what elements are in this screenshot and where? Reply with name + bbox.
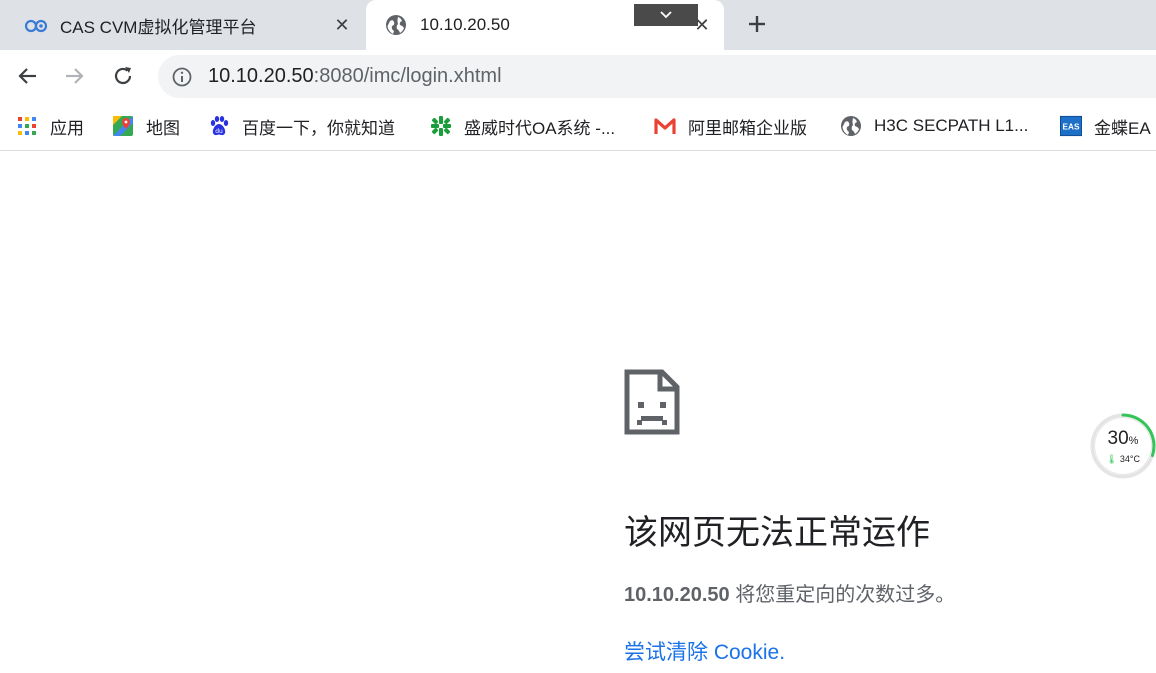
bookmark-label: 百度一下，你就知道	[242, 118, 395, 138]
close-icon[interactable]: ✕	[330, 13, 354, 37]
tab-cas-cvm[interactable]: CAS CVM虚拟化管理平台 ✕	[0, 0, 364, 50]
back-button[interactable]	[12, 61, 42, 91]
sad-document-icon	[624, 369, 680, 440]
bookmark-label: 盛威时代OA系统 -...	[464, 118, 616, 138]
bookmark-ali-mail[interactable]: 阿里邮箱企业版	[654, 102, 807, 150]
shengwei-logo-icon	[430, 115, 452, 137]
arrow-right-icon	[66, 68, 84, 84]
usage-percent: 30	[1107, 428, 1129, 449]
chevron-down-icon	[660, 11, 672, 19]
bookmark-apps[interactable]: 应用	[16, 102, 84, 150]
bookmark-label: 地图	[146, 118, 180, 138]
reload-button[interactable]	[108, 61, 138, 91]
tab-search-button[interactable]	[634, 4, 698, 26]
bookmark-kingdee-eas[interactable]: EAS 金蝶EA	[1060, 102, 1151, 150]
bookmark-label: 阿里邮箱企业版	[688, 118, 807, 138]
error-host: 10.10.20.50	[624, 584, 730, 606]
new-tab-button[interactable]	[742, 9, 772, 39]
usage-value: 30%	[1095, 428, 1151, 450]
eas-logo-icon: EAS	[1060, 115, 1082, 137]
tab-strip: CAS CVM虚拟化管理平台 ✕ 10.10.20.50 ✕	[0, 0, 1156, 50]
info-icon[interactable]	[170, 65, 194, 89]
error-description: 10.10.20.50 将您重定向的次数过多。	[624, 578, 955, 607]
maps-icon	[112, 115, 134, 137]
clear-cookies-link[interactable]: 尝试清除 Cookie.	[624, 636, 785, 666]
svg-text:EAS: EAS	[1063, 123, 1080, 132]
cas-logo-icon	[24, 13, 48, 37]
url-path: :8080/imc/login.xhtml	[313, 65, 502, 87]
error-message: 将您重定向的次数过多。	[729, 584, 956, 606]
error-title: 该网页无法正常运作	[624, 514, 930, 552]
bookmark-shengwei-oa[interactable]: 盛威时代OA系统 -...	[430, 102, 615, 150]
gmail-m-icon	[654, 115, 676, 137]
url-host: 10.10.20.50	[208, 65, 314, 87]
temperature-value: 34°C	[1119, 454, 1141, 464]
browser-toolbar: 10.10.20.50:8080/imc/login.xhtml	[0, 50, 1156, 102]
arrow-left-icon	[18, 68, 36, 84]
forward-button[interactable]	[60, 61, 90, 91]
bookmark-label: H3C SECPATH L1...	[874, 116, 1029, 135]
thermometer-icon: 🌡	[1105, 454, 1118, 464]
tab-title: CAS CVM虚拟化管理平台	[60, 17, 257, 37]
usage-unit: %	[1128, 435, 1139, 447]
plus-icon	[749, 16, 765, 32]
temperature-readout: 🌡 34°C	[1095, 454, 1151, 465]
widget-face: 30% 🌡 34°C	[1095, 418, 1151, 474]
globe-icon	[840, 115, 862, 137]
baidu-paw-icon: du	[208, 115, 230, 137]
globe-icon	[384, 13, 408, 37]
bookmarks-bar: 应用 地图 du 百度一下，你就知道 盛威时代OA系统 -... 阿里邮箱企业版…	[0, 102, 1156, 151]
bookmark-baidu[interactable]: du 百度一下，你就知道	[208, 102, 395, 150]
performance-widget[interactable]: 30% 🌡 34°C	[1089, 412, 1156, 480]
apps-grid-icon	[16, 115, 38, 137]
bookmark-label: 金蝶EA	[1094, 118, 1151, 138]
bookmark-maps[interactable]: 地图	[112, 102, 180, 150]
svg-text:du: du	[215, 128, 223, 135]
bookmark-h3c[interactable]: H3C SECPATH L1...	[840, 102, 1028, 150]
bookmark-label: 应用	[50, 118, 84, 138]
reload-icon	[114, 67, 132, 85]
url-text[interactable]: 10.10.20.50:8080/imc/login.xhtml	[208, 65, 502, 88]
address-bar[interactable]: 10.10.20.50:8080/imc/login.xhtml	[158, 55, 1156, 98]
